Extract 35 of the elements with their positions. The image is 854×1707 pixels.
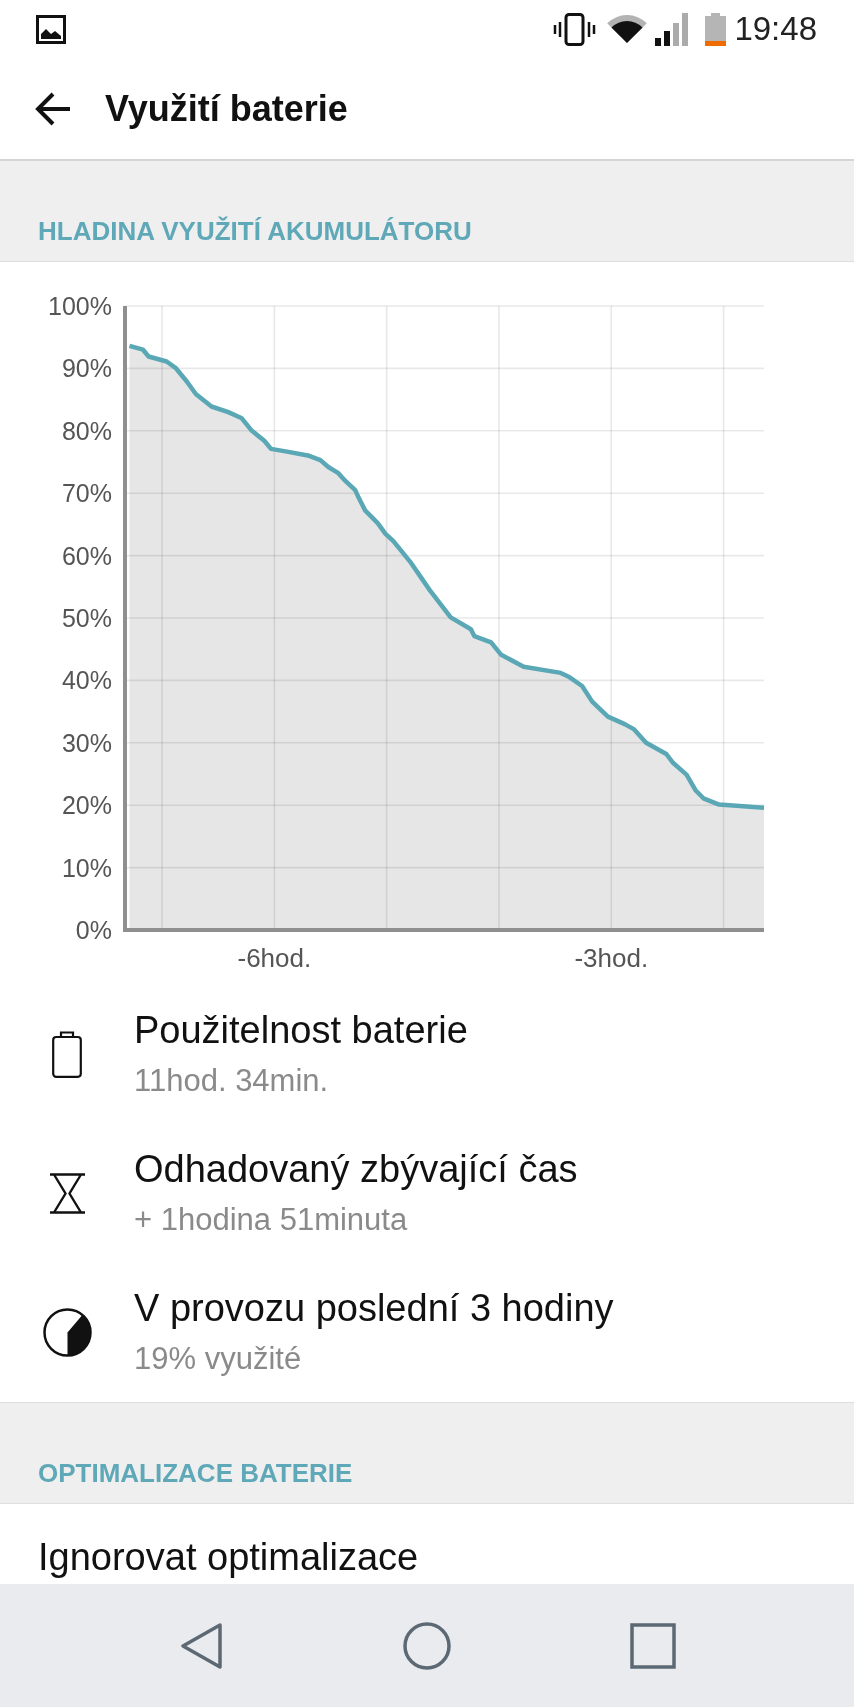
section-header: HLADINA VYUŽITÍ AKUMULÁTORU xyxy=(38,216,472,246)
x-axis-label: -3hod. xyxy=(574,943,649,973)
list-item-title[interactable]: Ignorovat optimalizace xyxy=(38,1535,419,1579)
list-item-title: V provozu poslední 3 hodiny xyxy=(134,1286,614,1330)
list-item-title: Odhadovaný zbývající čas xyxy=(134,1147,578,1191)
vibrate-icon xyxy=(553,12,597,46)
y-axis-label: 40% xyxy=(61,666,112,695)
y-axis-label: 0% xyxy=(75,916,112,944)
battery-icon xyxy=(705,12,727,46)
battery-icon xyxy=(52,1031,82,1078)
y-axis-label: 80% xyxy=(61,416,112,445)
y-axis-label: 50% xyxy=(61,604,112,632)
y-axis-label: 100% xyxy=(48,292,112,320)
y-axis-label: 60% xyxy=(61,541,112,570)
list-item-subtitle: 19% využité xyxy=(134,1340,302,1378)
list-item-subtitle: 11hod. 34min. xyxy=(134,1062,329,1100)
y-axis-label: 90% xyxy=(61,354,112,383)
y-axis-label: 20% xyxy=(61,791,112,820)
home-icon[interactable] xyxy=(403,1621,451,1670)
recent-apps-icon[interactable] xyxy=(630,1622,676,1669)
image-icon xyxy=(36,14,66,44)
status-time: 19:48 xyxy=(734,9,817,49)
screen-title: Využití baterie xyxy=(105,86,348,131)
signal-icon xyxy=(655,12,691,46)
back-icon[interactable] xyxy=(34,90,72,127)
list-item-subtitle: + 1hodina 51minuta xyxy=(134,1201,408,1239)
y-axis-label: 30% xyxy=(61,728,112,757)
y-axis-label: 10% xyxy=(61,853,112,882)
section-header: OPTIMALIZACE BATERIE xyxy=(38,1458,353,1488)
pie-chart-icon xyxy=(42,1308,92,1357)
y-axis-label: 70% xyxy=(61,479,112,508)
hourglass-icon xyxy=(49,1173,85,1214)
x-axis-label: -6hod. xyxy=(237,943,312,973)
wifi-icon xyxy=(607,14,648,44)
list-item-title: Použitelnost baterie xyxy=(134,1008,468,1052)
